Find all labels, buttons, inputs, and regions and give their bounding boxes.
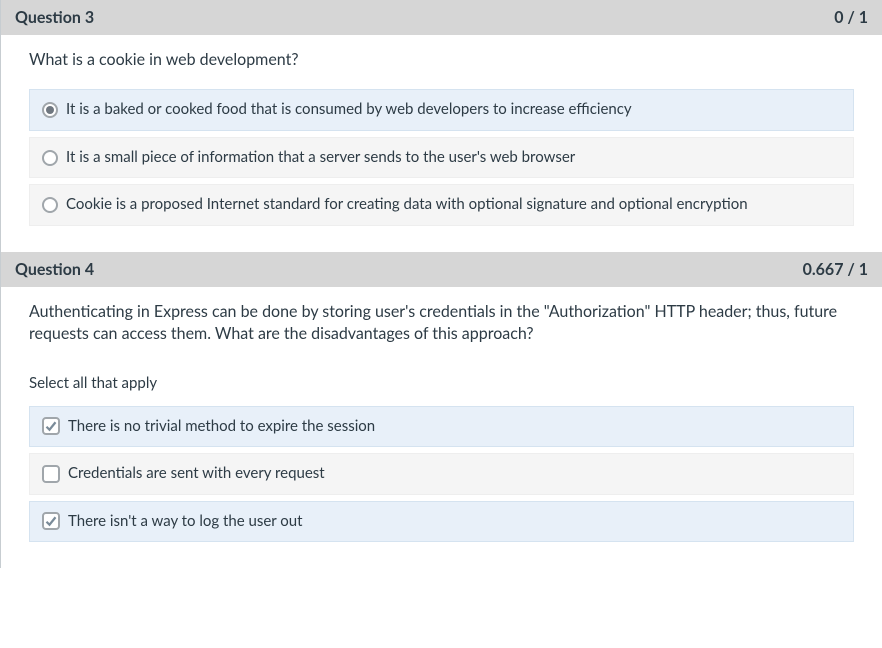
option-row[interactable]: There is no trivial method to expire the… — [29, 406, 854, 448]
checkbox-icon — [42, 465, 60, 483]
option-row[interactable]: It is a baked or cooked food that is con… — [29, 89, 854, 131]
question-prompt: Authenticating in Express can be done by… — [29, 301, 854, 346]
option-label: There is no trivial method to expire the… — [68, 417, 841, 437]
question-body: Authenticating in Express can be done by… — [1, 287, 882, 568]
question-header: Question 4 0.667 / 1 — [1, 252, 882, 287]
question-body: What is a cookie in web development? It … — [1, 35, 882, 252]
quiz-container: Question 3 0 / 1 What is a cookie in web… — [0, 0, 882, 568]
option-row[interactable]: There isn't a way to log the user out — [29, 501, 854, 543]
radio-icon — [42, 150, 58, 166]
question-score: 0 / 1 — [834, 8, 868, 27]
checkbox-icon — [42, 512, 60, 530]
question-label: Question 4 — [15, 260, 94, 279]
option-row[interactable]: Cookie is a proposed Internet standard f… — [29, 184, 854, 226]
option-label: It is a small piece of information that … — [66, 148, 841, 168]
option-row[interactable]: It is a small piece of information that … — [29, 137, 854, 179]
question-4: Question 4 0.667 / 1 Authenticating in E… — [1, 252, 882, 568]
option-row[interactable]: Credentials are sent with every request — [29, 453, 854, 495]
checkbox-icon — [42, 417, 60, 435]
option-label: It is a baked or cooked food that is con… — [66, 100, 841, 120]
radio-icon — [42, 197, 58, 213]
option-label: There isn't a way to log the user out — [68, 512, 841, 532]
question-label: Question 3 — [15, 8, 94, 27]
option-label: Cookie is a proposed Internet standard f… — [66, 195, 841, 215]
question-prompt: What is a cookie in web development? — [29, 49, 854, 71]
option-label: Credentials are sent with every request — [68, 464, 841, 484]
question-instruction: Select all that apply — [29, 374, 854, 392]
question-3: Question 3 0 / 1 What is a cookie in web… — [1, 0, 882, 252]
radio-icon — [42, 102, 58, 118]
question-score: 0.667 / 1 — [803, 260, 868, 279]
question-header: Question 3 0 / 1 — [1, 0, 882, 35]
